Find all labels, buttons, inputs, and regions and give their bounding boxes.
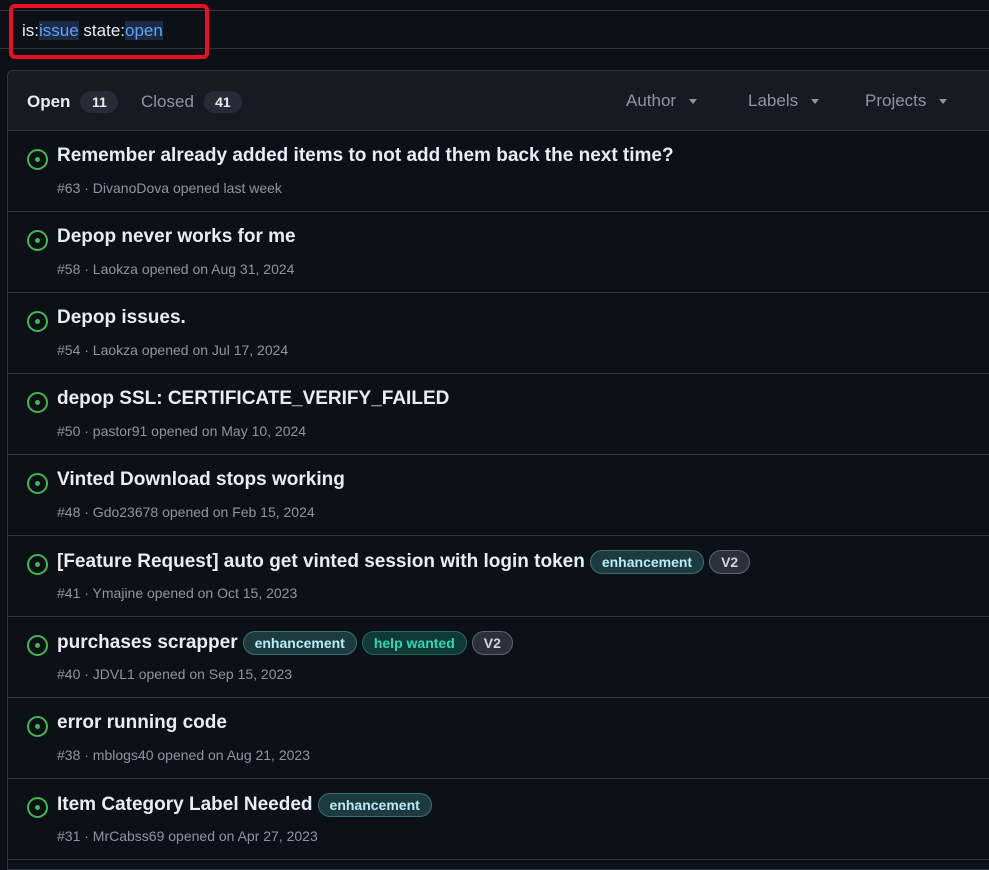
open-tab-label: Open — [27, 92, 71, 111]
issue-opened-icon — [27, 149, 48, 170]
issue-title-link[interactable]: depop SSL: CERTIFICATE_VERIFY_FAILED — [57, 388, 449, 410]
issue-meta: #63 · DivanoDova opened last week — [57, 180, 282, 196]
issue-title-link[interactable]: Depop issues. — [57, 307, 186, 329]
search-token-issue: issue — [39, 21, 79, 40]
issue-row[interactable]: [Feature Request] auto get vinted sessio… — [8, 536, 989, 617]
projects-filter[interactable]: Projects — [865, 91, 948, 111]
issue-row[interactable]: depop SSL: CERTIFICATE_VERIFY_FAILED #50 … — [8, 374, 989, 455]
issue-title-link[interactable]: Item Category Label Needed — [57, 794, 313, 816]
open-issues-tab[interactable]: Open 11 — [27, 91, 119, 113]
issue-row[interactable]: Depop never works for me #58 · Laokza ope… — [8, 212, 989, 293]
label-enhancement[interactable]: enhancement — [317, 793, 432, 817]
author-filter[interactable]: Author — [626, 91, 698, 111]
issue-opened-icon — [27, 473, 48, 494]
projects-filter-label: Projects — [865, 91, 927, 110]
caret-down-icon — [811, 98, 820, 104]
issue-title-link[interactable]: purchases scrapper — [57, 632, 238, 654]
issue-meta: #54 · Laokza opened on Jul 17, 2024 — [57, 342, 289, 358]
issue-opened-icon — [27, 311, 48, 332]
labels-filter[interactable]: Labels — [748, 91, 820, 111]
issue-opened-icon — [27, 392, 48, 413]
search-token-is: is: — [22, 21, 39, 40]
issue-meta: #58 · Laokza opened on Aug 31, 2024 — [57, 261, 295, 277]
issue-row[interactable]: Item Category Label Needed enhancement #31… — [8, 779, 989, 860]
issue-opened-icon — [27, 635, 48, 656]
issue-title-link[interactable]: error running code — [57, 712, 227, 734]
issue-title-line: Item Category Label Needed enhancement — [57, 793, 432, 817]
issue-title-line: Vinted Download stops working — [57, 469, 345, 491]
label-v2[interactable]: V2 — [709, 550, 751, 574]
author-filter-label: Author — [626, 91, 677, 110]
issues-list-header: Open 11 Closed 41 Author Labels Projects — [8, 71, 989, 131]
closed-issues-tab[interactable]: Closed 41 — [141, 91, 242, 113]
issue-title-line: error running code — [57, 712, 227, 734]
issue-title-line: Remember already added items to not add … — [57, 145, 674, 167]
issues-list: Open 11 Closed 41 Author Labels Projects… — [7, 70, 989, 870]
issue-title-line: depop SSL: CERTIFICATE_VERIFY_FAILED — [57, 388, 449, 410]
open-count-badge: 11 — [80, 91, 119, 113]
closed-count-badge: 41 — [203, 91, 242, 113]
issue-labels: enhancement V2 — [589, 550, 751, 574]
issue-opened-icon — [27, 554, 48, 575]
label-enhancement[interactable]: enhancement — [589, 550, 705, 574]
issue-meta: #41 · Ymajine opened on Oct 15, 2023 — [57, 585, 298, 601]
issue-title-line: Depop never works for me — [57, 226, 296, 248]
label-v2[interactable]: V2 — [471, 631, 513, 655]
issue-title-link[interactable]: Vinted Download stops working — [57, 469, 345, 491]
issue-title-link[interactable]: [Feature Request] auto get vinted sessio… — [57, 551, 585, 573]
issue-title-link[interactable]: Depop never works for me — [57, 226, 296, 248]
issue-opened-icon — [27, 716, 48, 737]
label-help-wanted[interactable]: help wanted — [361, 631, 467, 655]
issue-meta: #38 · mblogs40 opened on Aug 21, 2023 — [57, 747, 310, 763]
issue-labels: enhancement help wanted V2 — [242, 631, 513, 655]
issue-meta: #48 · Gdo23678 opened on Feb 15, 2024 — [57, 504, 315, 520]
issue-title-line: Depop issues. — [57, 307, 186, 329]
issue-row[interactable]: error running code #38 · mblogs40 opened … — [8, 698, 989, 779]
search-token-state: state: — [83, 21, 126, 40]
caret-down-icon — [939, 98, 948, 104]
issue-meta: #31 · MrCabss69 opened on Apr 27, 2023 — [57, 828, 318, 844]
issue-meta: #40 · JDVL1 opened on Sep 15, 2023 — [57, 666, 293, 682]
issue-title-link[interactable]: Remember already added items to not add … — [57, 145, 674, 167]
issue-opened-icon — [27, 230, 48, 251]
issue-row[interactable]: Remember already added items to not add … — [8, 131, 989, 212]
issue-title-line: purchases scrapper enhancement help wanted… — [57, 631, 513, 655]
caret-down-icon — [689, 98, 698, 104]
closed-tab-label: Closed — [141, 92, 194, 111]
issue-row[interactable]: purchases scrapper enhancement help wanted… — [8, 617, 989, 698]
search-query[interactable]: is:issue state:open — [22, 21, 163, 41]
search-token-open: open — [125, 21, 163, 40]
issue-row[interactable]: Vinted Download stops working #48 · Gdo23… — [8, 455, 989, 536]
label-enhancement[interactable]: enhancement — [242, 631, 357, 655]
issue-labels: enhancement — [317, 793, 432, 817]
issue-row[interactable]: Depop issues. #54 · Laokza opened on Jul … — [8, 293, 989, 374]
search-bar[interactable]: is:issue state:open — [0, 10, 989, 49]
issue-title-line: [Feature Request] auto get vinted sessio… — [57, 550, 751, 574]
labels-filter-label: Labels — [748, 91, 799, 110]
issue-meta: #50 · pastor91 opened on May 10, 2024 — [57, 423, 307, 439]
issue-opened-icon — [27, 797, 48, 818]
